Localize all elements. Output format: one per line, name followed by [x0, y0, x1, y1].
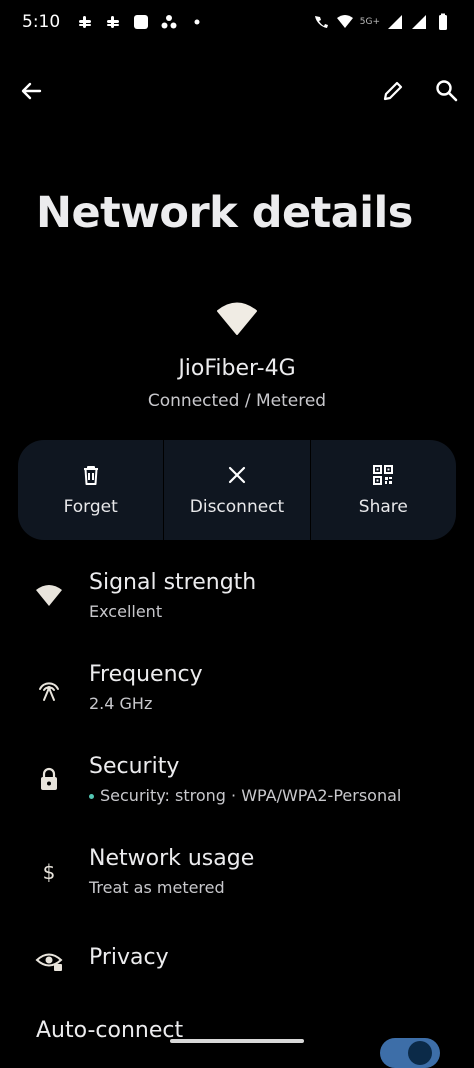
security-value-text: Security: strong · WPA/WPA2-Personal — [100, 786, 402, 805]
wifi-call-icon — [314, 16, 328, 28]
frequency-row[interactable]: Frequency 2.4 GHz — [0, 662, 474, 732]
action-buttons: Forget Disconnect Share — [18, 440, 456, 540]
forget-label: Forget — [63, 497, 118, 517]
slack-icon — [107, 16, 120, 28]
network-status: Connected / Metered — [147, 391, 327, 411]
dots-cluster-icon — [161, 15, 177, 29]
wifi-icon — [217, 302, 257, 335]
close-icon — [228, 466, 246, 484]
forget-button[interactable]: Forget — [18, 440, 165, 540]
signal-strength-value: Excellent — [89, 602, 163, 621]
share-button[interactable]: Share — [311, 440, 456, 540]
privacy-title: Privacy — [89, 945, 169, 970]
security-row[interactable]: Security Security: strong · WPA/WPA2-Per… — [0, 754, 474, 824]
edit-pencil-icon[interactable] — [378, 76, 408, 106]
privacy-row[interactable]: Privacy — [0, 942, 474, 982]
signal-icon — [412, 15, 426, 29]
status-bar: 5:10 5G+ — [0, 0, 474, 44]
network-usage-row[interactable]: $ Network usage Treat as metered — [0, 846, 474, 916]
network-type-label: 5G+ — [359, 17, 380, 27]
disconnect-button[interactable]: Disconnect — [164, 440, 311, 540]
signal-strength-row[interactable]: Signal strength Excellent — [0, 570, 474, 640]
qr-code-icon — [373, 465, 394, 485]
privacy-eye-icon — [35, 953, 63, 971]
slack-icon — [79, 16, 92, 28]
status-time: 5:10 — [22, 12, 61, 32]
auto-connect-toggle[interactable] — [380, 1038, 440, 1068]
lock-icon — [41, 767, 57, 790]
trash-icon — [83, 466, 98, 485]
network-usage-value: Treat as metered — [89, 878, 225, 897]
security-value: Security: strong · WPA/WPA2-Personal — [89, 786, 401, 805]
toggle-knob — [408, 1041, 432, 1065]
dollar-icon: $ — [43, 860, 56, 884]
network-name: JioFiber-4G — [178, 356, 296, 381]
signal-icon — [388, 15, 402, 29]
signal-strength-title: Signal strength — [89, 570, 257, 595]
app-square-icon — [134, 15, 149, 29]
disconnect-label: Disconnect — [189, 497, 285, 517]
auto-connect-title: Auto-connect — [36, 1018, 184, 1043]
navigation-handle[interactable] — [170, 1039, 304, 1043]
app-bar — [0, 62, 474, 118]
security-status-dot — [89, 794, 94, 799]
back-arrow-icon[interactable] — [16, 76, 46, 106]
search-icon[interactable] — [432, 76, 462, 106]
frequency-title: Frequency — [89, 662, 203, 687]
status-right: 5G+ — [312, 13, 452, 31]
network-usage-title: Network usage — [89, 846, 255, 871]
notification-dot-icon — [194, 19, 200, 25]
wifi-signal-icon — [36, 585, 62, 606]
battery-icon — [439, 13, 447, 30]
svg-text:$: $ — [43, 860, 56, 884]
page-title: Network details — [36, 188, 413, 238]
share-label: Share — [358, 497, 408, 517]
frequency-value: 2.4 GHz — [89, 694, 153, 713]
status-left: 5:10 — [22, 12, 206, 32]
wifi-status-icon — [336, 15, 353, 28]
antenna-icon — [39, 682, 59, 701]
security-title: Security — [89, 754, 180, 779]
